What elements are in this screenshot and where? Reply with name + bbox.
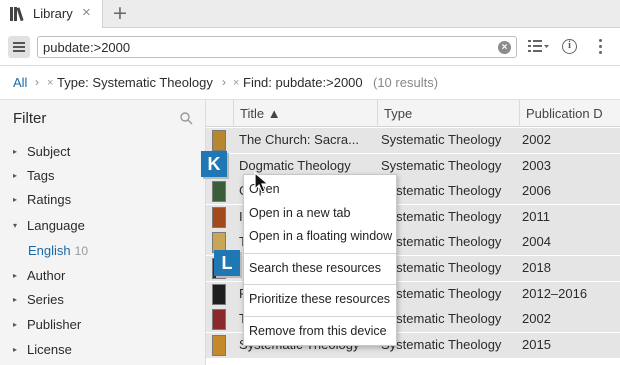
context-menu: Open Open in a new tab Open in a floatin… [243,174,397,346]
filter-item-tags[interactable]: ▸ Tags [13,168,54,183]
menu-item-open-new-tab[interactable]: Open in a new tab [249,206,350,220]
book-cover-thumbnail [212,283,226,305]
filter-item-ratings[interactable]: ▸ Ratings [13,192,71,207]
callout-badge-k: K [201,151,227,177]
cell-type: Systematic Theology [381,285,502,301]
more-vertical-icon[interactable] [599,39,603,55]
filter-panel: Filter ▸ Subject ▸ Tags ▸ Ratings ▾ Language… [0,100,206,365]
filter-item-language[interactable]: ▾ Language [13,218,85,233]
filter-item-license[interactable]: ▸ License [13,342,72,357]
search-box: × [37,36,517,58]
breadcrumb: All › × Type: Systematic Theology › × Fi… [0,66,620,100]
tab-bar: Library × + [0,0,620,28]
expand-arrow-icon: ▸ [13,271,18,280]
cell-publication-date: 2004 [522,234,551,250]
breadcrumb-separator: › [222,75,226,89]
menu-separator [244,316,396,317]
cell-type: Systematic Theology [381,311,502,327]
cell-publication-date: 2011 [522,208,550,224]
cell-publication-date: 2018 [522,260,551,275]
breadcrumb-separator: › [35,75,39,89]
cell-type: Systematic Theology [381,132,502,147]
expand-arrow-icon: ▸ [13,171,18,180]
tab-close-icon[interactable]: × [82,4,91,21]
filter-item-publisher[interactable]: ▸ Publisher [13,317,81,332]
filter-item-subject[interactable]: ▸ Subject [13,144,70,159]
filter-item-series[interactable]: ▸ Series [13,292,64,307]
callout-badge-l: L [214,250,240,276]
tab-library[interactable]: Library × [0,0,103,28]
list-view-icon[interactable] [528,39,550,55]
book-cover-thumbnail [212,206,226,228]
new-tab-icon[interactable]: + [112,2,128,24]
breadcrumb-type-filter[interactable]: Type: Systematic Theology [57,75,213,90]
cell-title: Dogmatic Theology [239,157,351,173]
breadcrumb-all-link[interactable]: All [13,75,27,90]
menu-separator [244,253,396,254]
cell-type: Systematic Theology [381,260,502,275]
toolbar: × i [0,28,620,66]
book-cover-thumbnail [212,130,226,151]
expand-arrow-icon: ▸ [13,147,18,156]
mouse-cursor-icon [254,172,270,193]
column-header-publication-date[interactable]: Publication D [519,100,620,127]
expand-arrow-icon: ▸ [13,295,18,304]
info-icon[interactable]: i [562,39,577,54]
expand-arrow-icon: ▸ [13,345,18,354]
menu-separator [244,284,396,285]
library-icon [10,7,24,21]
hamburger-menu-button[interactable] [8,36,30,58]
cell-publication-date: 2003 [522,157,551,173]
cell-publication-date: 2002 [522,132,551,147]
menu-item-search-resources[interactable]: Search these resources [249,261,381,275]
filter-sub-english[interactable]: English 10 [28,243,88,258]
book-cover-thumbnail [212,334,226,356]
menu-item-prioritize-resources[interactable]: Prioritize these resources [249,292,390,306]
cell-type: Systematic Theology [381,183,502,199]
cell-publication-date: 2015 [522,336,551,352]
filter-header: Filter [13,110,47,127]
book-cover-thumbnail [212,309,226,331]
tab-label: Library [33,6,73,21]
cell-publication-date: 2012–2016 [522,285,588,301]
expand-arrow-icon: ▸ [13,195,18,204]
result-count: (10 results) [373,75,439,90]
cell-type: Systematic Theology [381,336,502,352]
column-header-title[interactable]: Title ▲ [233,100,377,127]
filter-search-icon[interactable] [180,112,193,125]
table-header: Title ▲ Type Publication D [206,100,620,127]
remove-find-filter-icon[interactable]: × [233,77,239,89]
cell-title: The Church: Sacra... [239,132,359,147]
expand-arrow-icon: ▸ [13,320,18,329]
clear-search-icon[interactable]: × [498,41,511,54]
cell-type: Systematic Theology [381,157,502,173]
cell-type: Systematic Theology [381,234,502,250]
menu-item-remove-from-device[interactable]: Remove from this device [249,324,387,338]
book-cover-thumbnail [212,181,226,203]
cell-publication-date: 2002 [522,311,551,327]
menu-item-open-floating-window[interactable]: Open in a floating window [249,229,392,243]
column-header-type[interactable]: Type [377,100,519,127]
filter-item-author[interactable]: ▸ Author [13,268,65,283]
table-row[interactable]: The Church: Sacra... Systematic Theology 2… [206,128,620,153]
cell-type: Systematic Theology [381,208,502,224]
cell-publication-date: 2006 [522,183,551,199]
filter-count: 10 [74,244,88,258]
collapse-arrow-icon: ▾ [13,221,18,230]
search-input[interactable] [38,37,493,57]
breadcrumb-find-filter[interactable]: Find: pubdate:>2000 [243,75,363,90]
remove-type-filter-icon[interactable]: × [47,77,53,89]
